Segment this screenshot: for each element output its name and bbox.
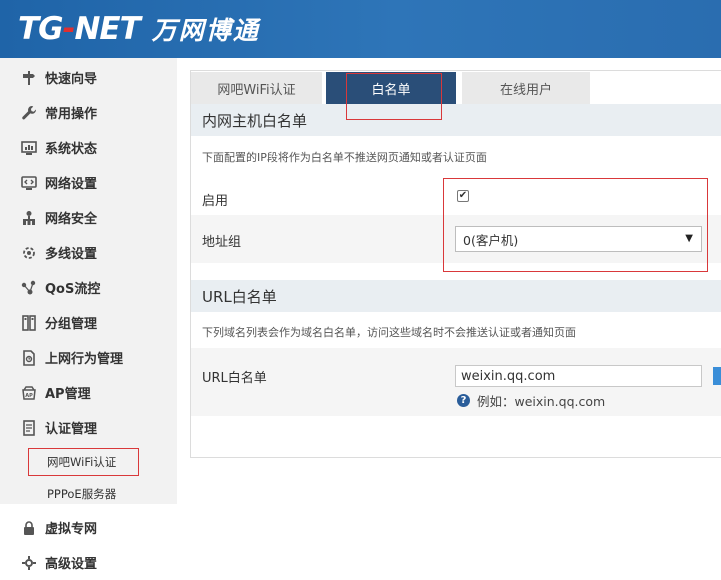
logo-text-en: TG-NET	[18, 11, 141, 47]
help-icon: ?	[457, 394, 470, 407]
sidebar-item-label: 系统状态	[45, 142, 98, 157]
sidebar-item-label: 网络安全	[45, 212, 98, 227]
sidebar-item-ap-mgmt[interactable]: AP AP管理	[0, 375, 177, 410]
group-icon	[20, 314, 38, 332]
sidebar-item-vpn[interactable]: 虚拟专网	[0, 510, 177, 545]
highlight-box-settings	[443, 178, 708, 272]
sidebar: 快速向导 常用操作 系统状态 网络设置 网络安全 多线设置 QoS流控 分组管理…	[0, 58, 177, 572]
section-desc-intranet: 下面配置的IP段将作为白名单不推送网页通知或者认证页面	[202, 151, 487, 164]
highlight-box-whitelist-tab	[346, 73, 442, 120]
url-whitelist-label: URL白名单	[202, 371, 267, 386]
url-example-hint: ? 例如：weixin.qq.com	[457, 391, 605, 410]
add-url-button[interactable]	[713, 367, 721, 385]
advanced-icon	[20, 554, 38, 572]
sidebar-item-label: 网络设置	[45, 177, 98, 192]
header-bar: TG-NET 万网博通	[0, 0, 721, 58]
auth-icon	[20, 419, 38, 437]
section-title-url-whitelist: URL白名单	[191, 280, 721, 312]
sidebar-item-label: QoS流控	[45, 282, 101, 297]
sidebar-item-label: AP管理	[45, 387, 91, 402]
sidebar-item-label: 多线设置	[45, 247, 98, 262]
sidebar-item-label: 虚拟专网	[45, 522, 98, 537]
multiline-icon	[20, 244, 38, 262]
ap-icon: AP	[20, 384, 38, 402]
sidebar-item-network-settings[interactable]: 网络设置	[0, 165, 177, 200]
monitor-chart-icon	[20, 139, 38, 157]
sidebar-item-label: 上网行为管理	[45, 352, 124, 367]
tab-bar: 网吧WiFi认证 白名单 在线用户	[191, 71, 721, 104]
sidebar-item-qos[interactable]: QoS流控	[0, 270, 177, 305]
sidebar-item-auth-mgmt[interactable]: 认证管理	[0, 410, 177, 445]
sidebar-item-label: 快速向导	[45, 72, 98, 87]
sidebar-item-quick-guide[interactable]: 快速向导	[0, 60, 177, 95]
sidebar-item-label: 常用操作	[45, 107, 98, 122]
sub-item-pppoe-server[interactable]: PPPoE服务器	[47, 486, 116, 502]
behavior-icon	[20, 349, 38, 367]
url-whitelist-input[interactable]: weixin.qq.com	[455, 365, 702, 387]
tab-netbar-wifi-auth[interactable]: 网吧WiFi认证	[191, 72, 322, 104]
signpost-icon	[20, 69, 38, 87]
address-group-label: 地址组	[202, 235, 242, 250]
vpn-icon	[20, 519, 38, 537]
sidebar-item-common-ops[interactable]: 常用操作	[0, 95, 177, 130]
qos-icon	[20, 279, 38, 297]
sidebar-item-group-mgmt[interactable]: 分组管理	[0, 305, 177, 340]
wrench-icon	[20, 104, 38, 122]
section-title-intranet-whitelist: 内网主机白名单	[191, 104, 721, 136]
tab-online-users[interactable]: 在线用户	[462, 72, 590, 104]
sub-item-netbar-wifi-auth[interactable]: 网吧WiFi认证	[28, 448, 139, 476]
network-security-icon	[20, 209, 38, 227]
code-monitor-icon	[20, 174, 38, 192]
sidebar-item-advanced[interactable]: 高级设置	[0, 545, 177, 580]
enable-label: 启用	[202, 194, 229, 209]
logo-text-cn: 万网博通	[151, 16, 260, 45]
url-example-text: 例如：weixin.qq.com	[477, 394, 606, 409]
sidebar-item-behavior-mgmt[interactable]: 上网行为管理	[0, 340, 177, 375]
section-desc-url: 下列域名列表会作为域名白名单，访问这些域名时不会推送认证或者通知页面	[202, 326, 576, 339]
sidebar-item-system-status[interactable]: 系统状态	[0, 130, 177, 165]
sidebar-item-multiline[interactable]: 多线设置	[0, 235, 177, 270]
sidebar-item-label: 高级设置	[45, 557, 98, 572]
sidebar-item-network-security[interactable]: 网络安全	[0, 200, 177, 235]
brand-logo: TG-NET 万网博通	[18, 10, 260, 48]
svg-text:AP: AP	[25, 393, 33, 399]
sidebar-item-label: 认证管理	[45, 422, 98, 437]
sidebar-item-label: 分组管理	[45, 317, 98, 332]
